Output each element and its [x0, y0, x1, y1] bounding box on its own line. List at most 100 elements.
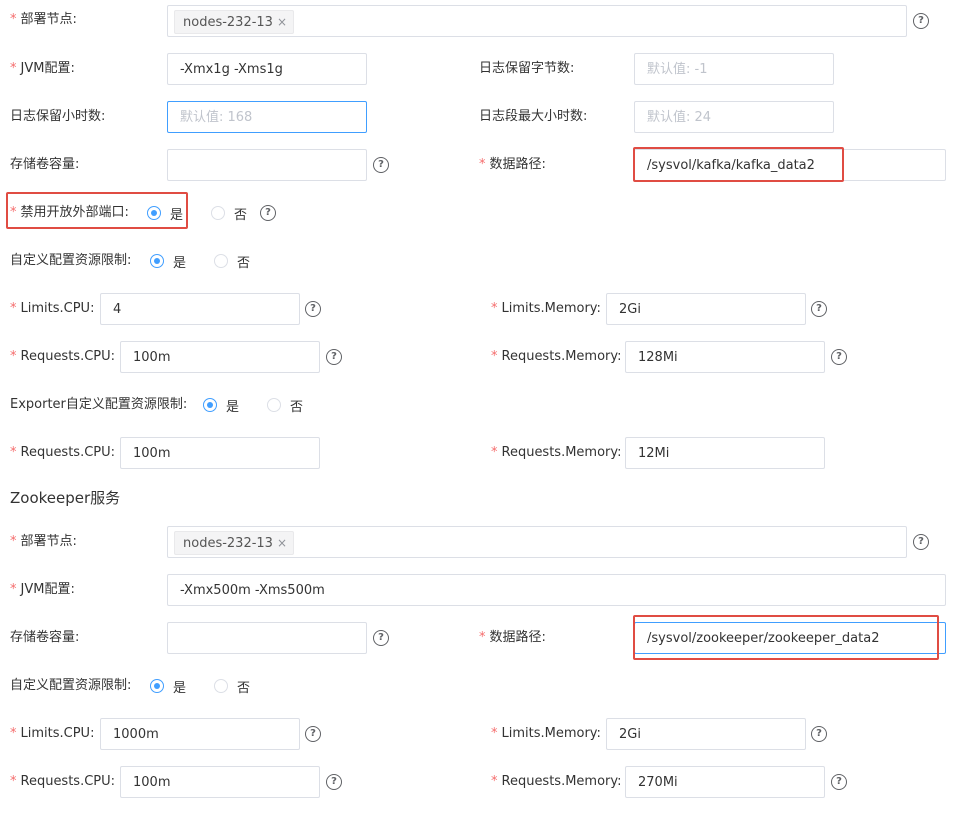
question-circle-icon[interactable]: ?: [373, 157, 389, 173]
requests-memory-input[interactable]: [625, 341, 825, 373]
log-segment-hours-input[interactable]: [634, 101, 834, 133]
kafka-jvm-input[interactable]: [167, 53, 367, 85]
label-text: Requests.Memory:: [501, 445, 622, 460]
zk-jvm-input[interactable]: [167, 574, 946, 606]
required-mark: *: [491, 445, 498, 460]
radio-label: 是: [170, 207, 184, 223]
radio-label: 是: [173, 255, 187, 271]
radio-no[interactable]: 否: [214, 677, 250, 696]
exporter-limit-radio-group: 是 否: [203, 389, 331, 421]
label-text: Limits.Memory:: [501, 726, 601, 741]
radio-dot: [147, 206, 161, 220]
label-text: JVM配置:: [20, 61, 75, 76]
radio-dot: [150, 254, 164, 268]
close-icon[interactable]: ×: [277, 15, 287, 29]
disable-port-label: * 禁用开放外部端口:: [10, 197, 129, 229]
kafka-storage-input[interactable]: [167, 149, 367, 181]
zk-limits-cpu-label: * Limits.CPU:: [10, 718, 94, 750]
zk-requests-memory-input[interactable]: [625, 766, 825, 798]
question-circle-icon[interactable]: ?: [811, 726, 827, 742]
required-mark: *: [10, 301, 17, 316]
requests-cpu-label: * Requests.CPU:: [10, 341, 115, 373]
zk-requests-memory-label: * Requests.Memory:: [491, 766, 622, 798]
label-text: 禁用开放外部端口:: [20, 205, 129, 220]
exporter-requests-memory-input[interactable]: [625, 437, 825, 469]
required-mark: *: [10, 445, 17, 460]
label-text: 数据路径:: [489, 157, 546, 172]
label-text: Requests.Memory:: [501, 774, 622, 789]
question-circle-icon[interactable]: ?: [811, 301, 827, 317]
kafka-deploy-node-label: * 部署节点:: [10, 4, 77, 36]
label-text: Requests.Memory:: [501, 349, 622, 364]
kafka-data-path-label: * 数据路径:: [479, 149, 546, 181]
label-text: JVM配置:: [20, 582, 75, 597]
zk-deploy-node-label: * 部署节点:: [10, 526, 77, 558]
label-text: 部署节点:: [20, 534, 77, 549]
question-circle-icon[interactable]: ?: [831, 349, 847, 365]
label-text: 数据路径:: [489, 630, 546, 645]
limits-cpu-input[interactable]: [100, 293, 300, 325]
radio-label: 否: [234, 207, 248, 223]
zk-limits-memory-label: * Limits.Memory:: [491, 718, 601, 750]
kafka-deploy-node-select[interactable]: nodes-232-13 ×: [167, 5, 907, 37]
exporter-requests-cpu-input[interactable]: [120, 437, 320, 469]
log-retention-bytes-label: 日志保留字节数:: [479, 61, 575, 76]
radio-yes[interactable]: 是: [150, 252, 186, 271]
radio-dot: [211, 206, 226, 220]
zk-limits-cpu-input[interactable]: [100, 718, 300, 750]
requests-cpu-input[interactable]: [120, 341, 320, 373]
required-mark: *: [10, 205, 17, 220]
zk-jvm-label: * JVM配置:: [10, 574, 75, 606]
log-segment-hours-label: 日志段最大小时数:: [479, 109, 588, 124]
limits-cpu-label: * Limits.CPU:: [10, 293, 94, 325]
zk-storage-input[interactable]: [167, 622, 367, 654]
log-retention-bytes-input[interactable]: [634, 53, 834, 85]
required-mark: *: [10, 61, 17, 76]
zookeeper-section-title: Zookeeper服务: [10, 489, 121, 507]
radio-yes[interactable]: 是: [150, 677, 186, 696]
close-icon[interactable]: ×: [277, 536, 287, 550]
node-tag: nodes-232-13 ×: [174, 531, 295, 555]
zk-requests-cpu-input[interactable]: [120, 766, 320, 798]
zk-limits-memory-input[interactable]: [606, 718, 806, 750]
radio-yes[interactable]: 是: [147, 204, 183, 223]
radio-dot: [214, 254, 229, 268]
question-circle-icon[interactable]: ?: [326, 774, 342, 790]
log-retention-hours-input[interactable]: [167, 101, 367, 133]
requests-memory-label: * Requests.Memory:: [491, 341, 622, 373]
radio-label: 否: [237, 680, 251, 696]
radio-label: 是: [173, 680, 187, 696]
required-mark: *: [491, 726, 498, 741]
zk-requests-cpu-label: * Requests.CPU:: [10, 766, 115, 798]
radio-yes[interactable]: 是: [203, 396, 239, 415]
required-mark: *: [479, 157, 486, 172]
kafka-data-path-input[interactable]: [634, 149, 946, 181]
custom-limit-radio-group: 是 否: [150, 245, 278, 277]
required-mark: *: [491, 774, 498, 789]
question-circle-icon[interactable]: ?: [260, 205, 276, 221]
node-tag-text: nodes-232-13: [183, 536, 273, 551]
question-circle-icon[interactable]: ?: [831, 774, 847, 790]
required-mark: *: [10, 349, 17, 364]
radio-no[interactable]: 否: [214, 252, 250, 271]
question-circle-icon[interactable]: ?: [305, 726, 321, 742]
radio-no[interactable]: 否: [267, 396, 303, 415]
limits-memory-input[interactable]: [606, 293, 806, 325]
label-text: Requests.CPU:: [20, 445, 116, 460]
zk-custom-limit-radio-group: 是 否: [150, 670, 278, 702]
log-retention-hours-label: 日志保留小时数:: [10, 109, 106, 124]
question-circle-icon[interactable]: ?: [305, 301, 321, 317]
label-text: Limits.CPU:: [20, 301, 95, 316]
question-circle-icon[interactable]: ?: [913, 534, 929, 550]
label-text: Requests.CPU:: [20, 774, 116, 789]
question-circle-icon[interactable]: ?: [326, 349, 342, 365]
radio-no[interactable]: 否: [211, 204, 247, 223]
node-tag: nodes-232-13 ×: [174, 10, 295, 34]
kafka-jvm-label: * JVM配置:: [10, 53, 75, 85]
required-mark: *: [479, 630, 486, 645]
zk-data-path-input[interactable]: [634, 622, 946, 654]
question-circle-icon[interactable]: ?: [373, 630, 389, 646]
question-circle-icon[interactable]: ?: [913, 13, 929, 29]
zk-deploy-node-select[interactable]: nodes-232-13 ×: [167, 526, 907, 558]
radio-dot: [150, 679, 164, 693]
